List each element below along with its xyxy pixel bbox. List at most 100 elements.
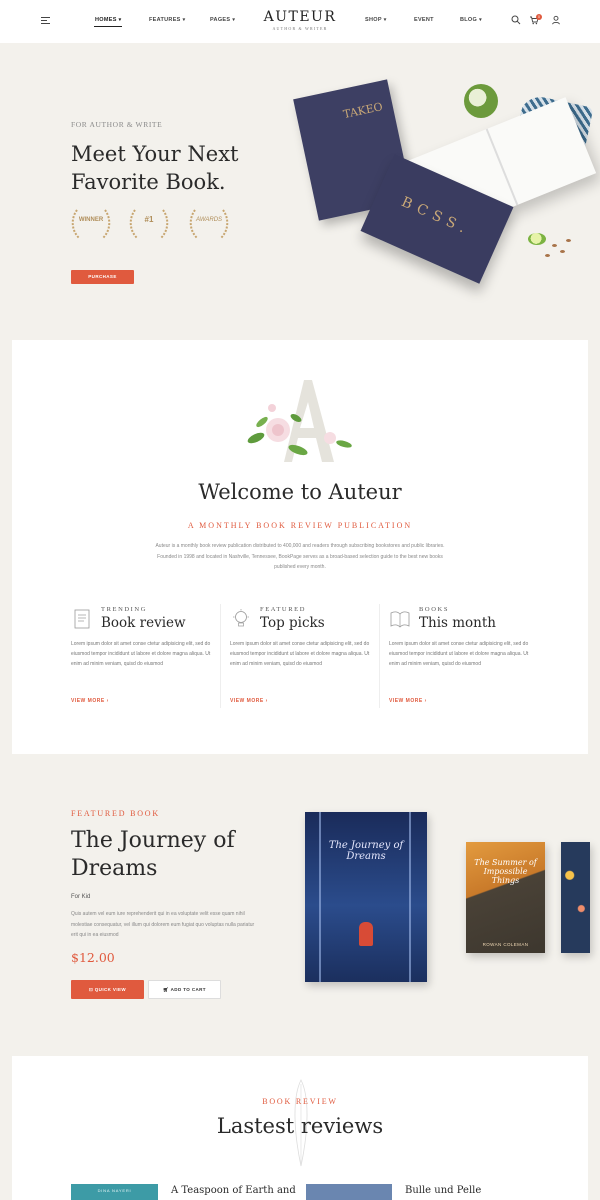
review-book-cover[interactable] [306, 1184, 392, 1200]
search-icon[interactable] [511, 15, 521, 25]
cover-author: ROWAN COLEMAN [482, 942, 529, 947]
feature-kicker: TRENDING [101, 606, 148, 613]
cover-title: The Journey of Dreams [328, 840, 404, 862]
nut-image [545, 254, 550, 257]
book-cover-letters: BCSS. [398, 194, 474, 239]
menu-icon[interactable] [41, 17, 50, 24]
view-more-link[interactable]: VIEW MORE › [71, 698, 109, 704]
award-label-number-one: #1 [144, 215, 154, 224]
site-logo[interactable]: AUTEUR AUTHOR & WRITER [255, 9, 345, 31]
cover-decoration [319, 812, 321, 982]
cover-figure [359, 922, 373, 946]
award-badge-winner: WINNER [69, 206, 113, 242]
award-label-winner: WINNER [78, 217, 104, 223]
hero-title: Meet Your Next Favorite Book. [71, 142, 239, 194]
award-badge-best-seller: #1 [127, 206, 171, 242]
user-icon[interactable] [551, 15, 561, 25]
reviews-title: Lastest reviews [216, 1114, 384, 1138]
quick-view-button[interactable]: ⊡ QUICK VIEW [71, 980, 144, 999]
welcome-title: Welcome to Auteur [198, 480, 402, 504]
cover-title: The Summer of Impossible Things [474, 858, 537, 885]
book-cover-summer[interactable]: The Summer of Impossible Things ROWAN CO… [466, 842, 545, 953]
laurel-icon [189, 209, 229, 239]
nav-features-label: FEATURES [149, 17, 181, 23]
nav-shop-label: SHOP [365, 17, 382, 23]
chevron-down-icon: ▾ [479, 17, 482, 23]
plant-image [464, 84, 498, 118]
featured-book-kicker: FEATURED BOOK [71, 809, 160, 818]
feature-kicker: BOOKS [419, 606, 450, 613]
feature-kicker: FEATURED [260, 606, 307, 613]
featured-book-title: The Journey of Dreams [71, 828, 235, 881]
laurel-icon [129, 209, 169, 239]
feature-title: Top picks [260, 615, 325, 631]
nav-pages[interactable]: PAGES ▾ [210, 17, 235, 23]
chevron-down-icon: ▾ [118, 17, 122, 23]
feature-book-review: TRENDING Book review Lorem ipsum dolor s… [71, 606, 221, 706]
chevron-right-icon: › [265, 698, 268, 704]
nav-blog-label: BLOG [460, 17, 478, 23]
welcome-subtitle: A MONTHLY BOOK REVIEW PUBLICATION [187, 521, 413, 530]
feature-divider [220, 604, 221, 708]
quick-view-label: QUICK VIEW [94, 987, 127, 992]
nav-features[interactable]: FEATURES ▾ [149, 17, 185, 23]
chevron-right-icon: › [106, 698, 109, 704]
feature-top-picks: FEATURED Top picks Lorem ipsum dolor sit… [230, 606, 380, 706]
view-more-link[interactable]: VIEW MORE › [389, 698, 427, 704]
chevron-right-icon: › [424, 698, 427, 704]
chevron-down-icon: ▾ [232, 17, 236, 23]
award-label-awards: AWARDS [195, 217, 223, 223]
book-cover-partial[interactable] [561, 842, 590, 953]
chevron-down-icon: ▾ [383, 17, 387, 23]
lightbulb-icon [233, 609, 249, 627]
site-header: HOMES ▾ FEATURES ▾ PAGES ▾ AUTEUR AUTHOR & … [0, 0, 600, 43]
cover-author: DINA NAYERI [97, 1188, 132, 1193]
nav-event[interactable]: EVENT [414, 17, 434, 23]
nav-pages-label: PAGES [210, 17, 231, 23]
review-book-title[interactable]: A Teaspoon of Earth and [171, 1185, 296, 1196]
logo-subtitle: AUTHOR & WRITER [272, 26, 328, 31]
featured-book-cover[interactable]: The Journey of Dreams [305, 812, 427, 982]
view-more-label: VIEW MORE [230, 698, 264, 704]
nut-image [566, 239, 571, 242]
view-more-link[interactable]: VIEW MORE › [230, 698, 268, 704]
hero-kicker: FOR AUTHOR & WRITE [71, 120, 163, 129]
nav-homes[interactable]: HOMES ▾ [95, 17, 121, 23]
featured-book-price: $12.00 [71, 950, 115, 965]
logo-title: AUTEUR [263, 9, 337, 25]
cover-decoration [409, 812, 411, 982]
add-to-cart-button[interactable]: 🛒︎ ADD TO CART [148, 980, 221, 999]
review-book-title[interactable]: Bulle und Pelle [405, 1185, 481, 1196]
feature-description: Lorem ipsum dolor sit amet conse ctetur … [389, 641, 529, 667]
laurel-icon [71, 209, 111, 239]
add-to-cart-label: ADD TO CART [170, 987, 206, 992]
floral-letter-a-image [247, 380, 352, 462]
nav-active-underline [94, 26, 122, 27]
feature-description: Lorem ipsum dolor sit amet conse ctetur … [230, 641, 370, 667]
review-book-cover[interactable]: DINA NAYERI [71, 1184, 158, 1200]
cart-icon: 🛒︎ [163, 987, 170, 992]
eye-icon: ⊡ [88, 987, 94, 992]
view-more-label: VIEW MORE [71, 698, 105, 704]
feature-title: Book review [101, 615, 186, 631]
featured-book-audience: For Kid [71, 894, 91, 900]
feature-description: Lorem ipsum dolor sit amet conse ctetur … [71, 641, 211, 667]
award-badge-awards: AWARDS [187, 206, 231, 242]
feature-this-month: BOOKS This month Lorem ipsum dolor sit a… [389, 606, 539, 706]
open-book-icon [390, 611, 410, 628]
nav-event-label: EVENT [414, 17, 434, 23]
welcome-description: Auteur is a monthly book review publicat… [155, 543, 445, 570]
feature-title: This month [419, 615, 496, 631]
book-cover-letters: TAKEO [342, 100, 384, 122]
nav-homes-label: HOMES [95, 17, 117, 23]
nut-image [552, 244, 557, 247]
cart-count-badge: 0 [536, 14, 542, 20]
lime-image [528, 233, 546, 245]
nav-blog[interactable]: BLOG ▾ [460, 17, 482, 23]
reviews-kicker: BOOK REVIEW [262, 1097, 338, 1106]
featured-book-description: Quis autem vel eum iure reprehenderit qu… [71, 911, 255, 938]
nav-shop[interactable]: SHOP ▾ [365, 17, 387, 23]
purchase-button[interactable]: PURCHASE [71, 270, 134, 284]
document-icon [74, 609, 90, 629]
view-more-label: VIEW MORE [389, 698, 423, 704]
